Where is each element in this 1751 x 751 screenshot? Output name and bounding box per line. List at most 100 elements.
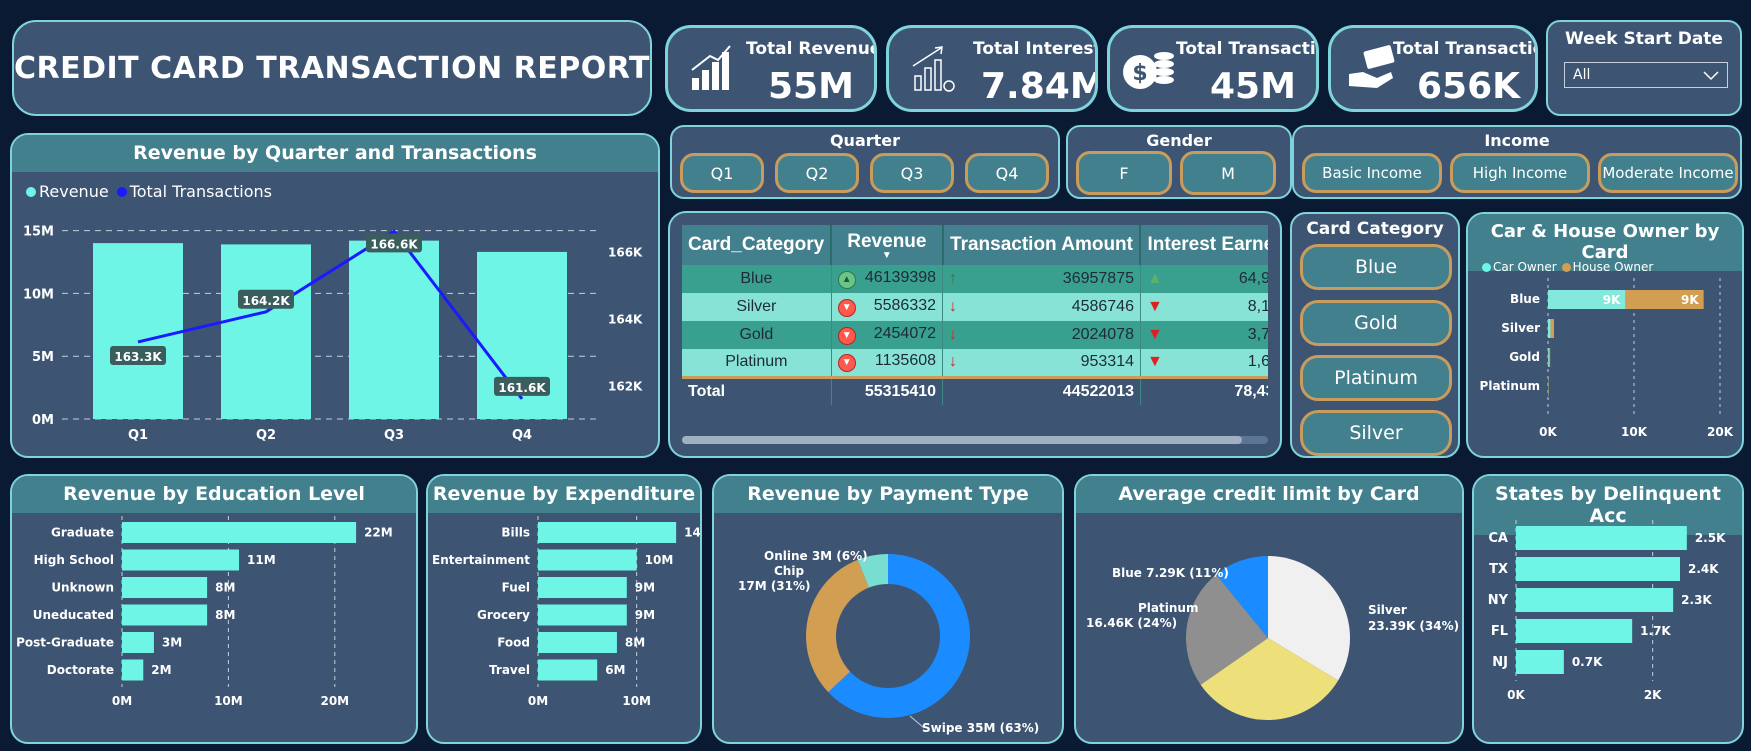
y-category-label: Post-Graduate xyxy=(16,636,114,650)
circle-down-icon: ▼ xyxy=(837,299,856,317)
matrix-row[interactable]: Blue▲46139398↑36957875▲64,95,887. xyxy=(682,265,1268,293)
card-hand-icon xyxy=(1349,45,1395,88)
y-category-label: Silver xyxy=(1501,321,1540,335)
quarter-q3-button[interactable]: Q3 xyxy=(870,153,954,193)
row-category: Silver xyxy=(682,293,832,321)
bar xyxy=(1516,526,1687,550)
gender-f-button[interactable]: F xyxy=(1076,151,1172,195)
y-tick-label: 15M xyxy=(23,225,54,240)
col-header-card-category[interactable]: Card_Category xyxy=(682,225,833,265)
bar xyxy=(538,632,617,653)
arrow-down-icon: ↓ xyxy=(949,353,958,371)
matrix-row[interactable]: Silver▼5586332↓4586746▼8,12,081. xyxy=(682,293,1268,321)
horizontal-scrollbar[interactable] xyxy=(682,436,1268,444)
y-category-label: FL xyxy=(1491,624,1508,639)
arrow-down-icon: ↓ xyxy=(949,326,958,343)
bar-chart-icon xyxy=(691,45,731,90)
car-house-legend: Car Owner House Owner xyxy=(1482,260,1653,274)
states-chart: 0K 2K CA 2.5K TX 2.4K NY 2.3K FL 1.7K NJ 0.7K xyxy=(1488,520,1726,702)
bar-data-label: 22M xyxy=(364,526,393,540)
bar-data-label: 8M xyxy=(215,608,235,622)
matrix-row[interactable]: Platinum▼1135608↓953314▼1,61,629. xyxy=(682,349,1268,377)
kpi-total-interest: Total Interest 7.84M xyxy=(886,25,1098,112)
swipe-data-label: Swipe 35M (63%) xyxy=(922,721,1039,735)
week-filter-dropdown[interactable]: All xyxy=(1564,62,1728,88)
payment-chart: Swipe 35M (63%) Chip17M (31%) Online 3M (6… xyxy=(738,549,1039,735)
y-category-label: Grocery xyxy=(477,608,530,622)
card-platinum-button[interactable]: Platinum xyxy=(1300,355,1452,401)
matrix-row[interactable]: Gold▼2454072↓2024078▼3,73,784. xyxy=(682,321,1268,349)
bar xyxy=(538,522,677,543)
quarter-q1-button[interactable]: Q1 xyxy=(680,153,764,193)
total-txn: 44522013 xyxy=(942,375,1141,405)
bar xyxy=(1516,557,1680,581)
transactions-data-label: 164.2K xyxy=(242,294,290,308)
car-owner-data-label: 9K xyxy=(1603,293,1621,307)
y-category-label: Graduate xyxy=(51,526,114,540)
card-silver-button[interactable]: Silver xyxy=(1300,410,1452,456)
sort-desc-icon: ▼ xyxy=(881,250,892,261)
x-tick-label: 2K xyxy=(1644,688,1662,702)
scrollbar-thumb[interactable] xyxy=(682,436,1242,444)
kpi-total-transactions: Total Transactions 656K xyxy=(1328,25,1538,112)
row-interest: ▼1,61,629. xyxy=(1140,349,1268,377)
y-category-label: Uneducated xyxy=(33,608,114,622)
row-txn: ↓ 2024078 xyxy=(942,321,1141,349)
income-basic-button[interactable]: Basic Income xyxy=(1302,153,1442,193)
bar xyxy=(538,549,637,571)
legend-dot-icon xyxy=(1482,262,1491,272)
payment-card: Revenue by Payment Type Swipe 35M (63%) C… xyxy=(712,474,1064,744)
y-category-label: Travel xyxy=(489,663,530,677)
transactions-line xyxy=(137,229,524,400)
bar-data-label: 0.7K xyxy=(1572,655,1603,669)
house-owner-data-label: 9K xyxy=(1681,293,1699,307)
card-gold-button[interactable]: Gold xyxy=(1300,300,1452,346)
legend-dot-icon xyxy=(26,186,36,197)
col-header-interest[interactable]: Interest Earne xyxy=(1140,225,1268,265)
bar xyxy=(1516,588,1674,612)
bar-data-label: 3M xyxy=(162,636,182,650)
income-moderate-button[interactable]: Moderate Income xyxy=(1598,153,1738,193)
transactions-data-label: 163.3K xyxy=(114,350,162,364)
kpi-label: Total Interest xyxy=(973,39,1098,59)
row-revenue: ▼ 1135608 xyxy=(831,349,944,377)
bar-data-label: 9M xyxy=(635,581,655,595)
y2-tick-label: 166K xyxy=(608,246,643,260)
col-header-transaction-amount[interactable]: Transaction Amount xyxy=(942,225,1142,265)
creditlimit-title: Average credit limit by Card xyxy=(1076,476,1462,513)
card-matrix-card: Card_Category Revenue ▼ Transaction Amoun… xyxy=(668,211,1282,458)
circle-down-icon: ▼ xyxy=(837,327,856,345)
revenue-bar xyxy=(221,244,311,419)
kpi-label: Total Transactions xyxy=(1393,39,1535,59)
car-house-chart: 0K 10K 20K Blue 9K 9K Silver Gold Platinum xyxy=(1480,278,1734,439)
bar-data-label: 1.7K xyxy=(1640,624,1671,638)
education-chart: 0M 10M 20M Graduate 22M High School 11M Unknown… xyxy=(16,516,393,708)
kpi-total-transaction-amount: $ Total Transactio... 45M xyxy=(1107,25,1319,112)
x-tick-label: 0K xyxy=(1539,425,1557,439)
col-header-revenue[interactable]: Revenue ▼ xyxy=(831,225,944,265)
education-title: Revenue by Education Level xyxy=(12,476,416,513)
income-slicer: Income Basic Income High Income Moderate… xyxy=(1292,125,1742,199)
triangle-up-icon: ▲ xyxy=(1146,270,1163,287)
total-revenue: 55315410 xyxy=(831,375,944,405)
y-category-label: TX xyxy=(1489,562,1508,577)
payment-title: Revenue by Payment Type xyxy=(714,476,1062,513)
card-slicer-title: Card Category xyxy=(1306,219,1444,239)
y-category-label: Blue xyxy=(1510,292,1540,306)
svg-text:$: $ xyxy=(1132,61,1147,86)
x-tick-label: 0K xyxy=(1507,688,1525,702)
quarter-q4-button[interactable]: Q4 xyxy=(965,153,1049,193)
income-slicer-title: Income xyxy=(1484,131,1550,150)
chip-data-label: Chip xyxy=(774,564,804,578)
kpi-value: 55M xyxy=(768,66,854,107)
y2-tick-label: 162K xyxy=(608,380,643,394)
quarter-q2-button[interactable]: Q2 xyxy=(775,153,859,193)
row-category: Platinum xyxy=(682,349,832,377)
gender-m-button[interactable]: M xyxy=(1180,151,1276,195)
row-category: Blue xyxy=(682,265,832,293)
card-blue-button[interactable]: Blue xyxy=(1300,244,1452,290)
gender-slicer: Gender F M xyxy=(1066,125,1292,199)
chevron-down-icon xyxy=(1703,71,1719,81)
income-high-button[interactable]: High Income xyxy=(1450,153,1590,193)
quarter-slicer-title: Quarter xyxy=(829,131,901,150)
